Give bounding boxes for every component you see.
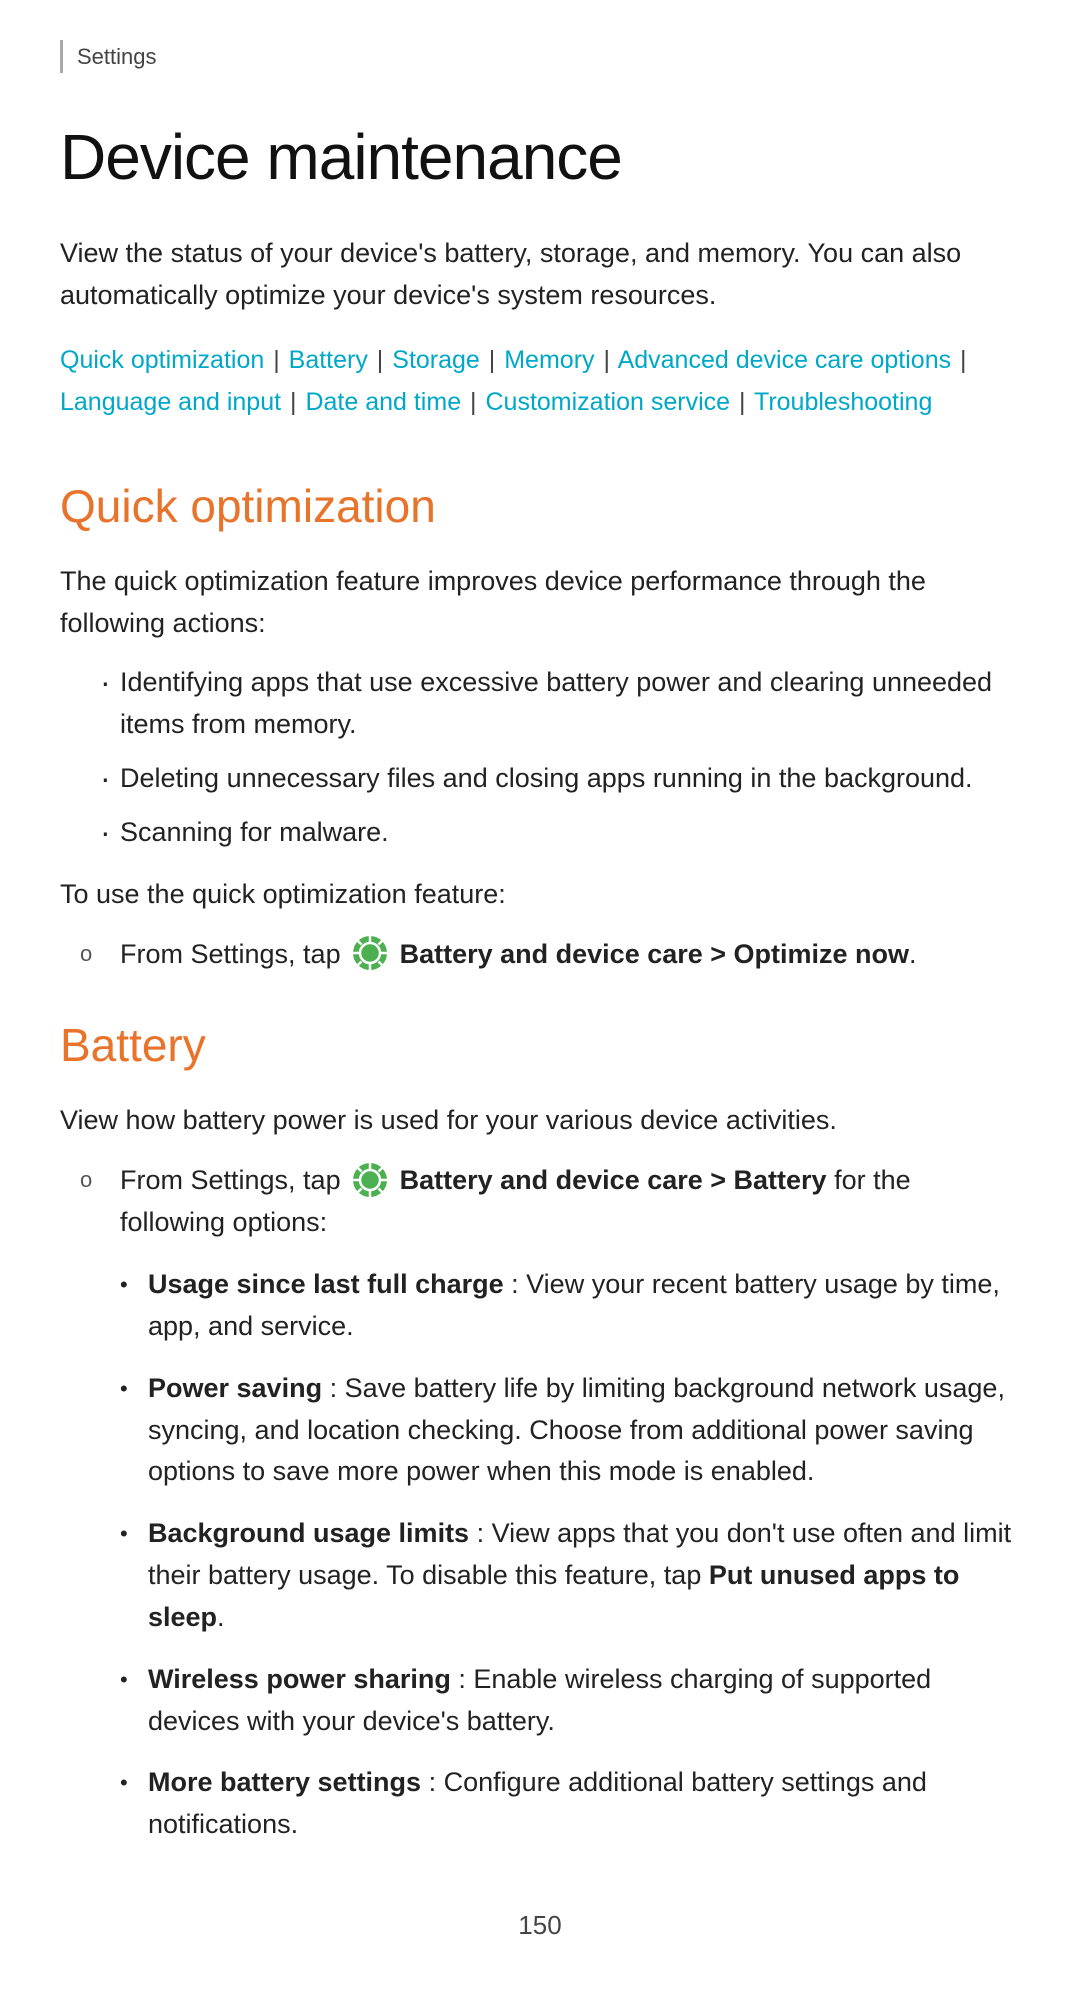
battery-option-background: Background usage limits : View apps that…: [120, 1513, 1020, 1639]
page-title: Device maintenance: [60, 109, 1020, 205]
page-number: 150: [518, 1910, 561, 1940]
intro-text: View the status of your device's battery…: [60, 233, 1020, 317]
bullet-item: Identifying apps that use excessive batt…: [100, 662, 1020, 746]
quick-optimization-description: The quick optimization feature improves …: [60, 561, 1020, 645]
settings-label-text: Settings: [77, 44, 157, 69]
nav-link-troubleshooting[interactable]: Troubleshooting: [754, 388, 932, 416]
page-footer: 150: [60, 1906, 1020, 1945]
usage-intro: To use the quick optimization feature:: [60, 874, 1020, 916]
battery-option-power-saving: Power saving : Save battery life by limi…: [120, 1368, 1020, 1494]
step-prefix: From Settings, tap: [120, 939, 348, 969]
nav-link-storage[interactable]: Storage: [392, 346, 480, 374]
battery-option-more: More battery settings : Configure additi…: [120, 1762, 1020, 1846]
option-label: Power saving: [148, 1373, 322, 1403]
step-prefix: From Settings, tap: [120, 1165, 348, 1195]
quick-optimization-step: From Settings, tap Battery and device ca…: [60, 934, 1020, 976]
nav-link-language[interactable]: Language and input: [60, 388, 281, 416]
option-label: Wireless power sharing: [148, 1664, 451, 1694]
battery-step-action: Battery and device care > Battery: [400, 1165, 827, 1195]
battery-options-list: Usage since last full charge : View your…: [120, 1264, 1020, 1846]
nav-links: Quick optimization | Battery | Storage |…: [60, 339, 1020, 424]
settings-icon-battery: [352, 1162, 388, 1198]
battery-description: View how battery power is used for your …: [60, 1100, 1020, 1142]
nav-link-customization[interactable]: Customization service: [486, 388, 731, 416]
quick-optimization-title: Quick optimization: [60, 472, 1020, 541]
quick-optimization-bullets: Identifying apps that use excessive batt…: [100, 662, 1020, 853]
battery-section: Battery View how battery power is used f…: [60, 1011, 1020, 1846]
step-action: Battery and device care > Optimize now: [400, 939, 909, 969]
nav-link-date-time[interactable]: Date and time: [305, 388, 461, 416]
option-label: Usage since last full charge: [148, 1269, 504, 1299]
option-label: More battery settings: [148, 1767, 421, 1797]
battery-option-wireless: Wireless power sharing : Enable wireless…: [120, 1659, 1020, 1743]
quick-optimization-section: Quick optimization The quick optimizatio…: [60, 472, 1020, 976]
battery-title: Battery: [60, 1011, 1020, 1080]
settings-icon: [352, 935, 388, 971]
nav-link-battery[interactable]: Battery: [289, 346, 368, 374]
nav-link-advanced-care[interactable]: Advanced device care options: [618, 346, 952, 374]
option-label: Background usage limits: [148, 1518, 469, 1548]
nav-link-memory[interactable]: Memory: [504, 346, 594, 374]
nav-link-quick-optimization[interactable]: Quick optimization: [60, 346, 264, 374]
breadcrumb: Settings: [60, 40, 1020, 73]
bullet-item: Scanning for malware.: [100, 812, 1020, 854]
bullet-item: Deleting unnecessary files and closing a…: [100, 758, 1020, 800]
battery-step: From Settings, tap Battery and device ca…: [60, 1160, 1020, 1244]
battery-option-usage: Usage since last full charge : View your…: [120, 1264, 1020, 1348]
